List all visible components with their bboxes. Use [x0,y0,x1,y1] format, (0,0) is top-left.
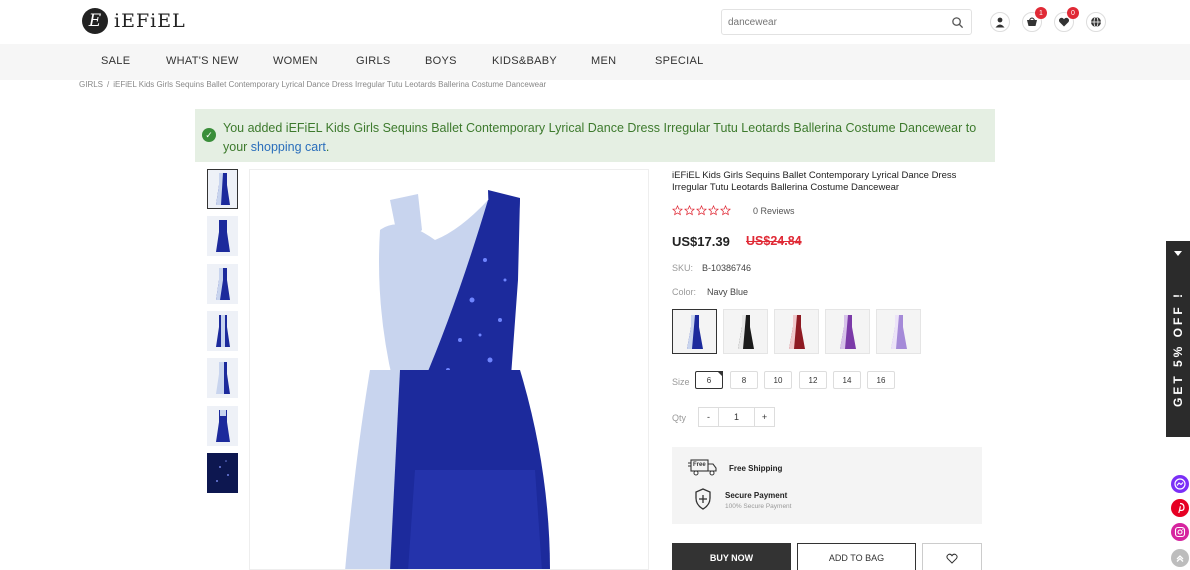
sku-value: B-10386746 [702,263,752,273]
secure-payment-sub: 100% Secure Payment [725,503,792,510]
secure-payment-label: Secure Payment [725,491,788,500]
nav-women[interactable]: WOMEN [273,55,318,67]
site-header: E iEFiEL 1 0 [0,0,1190,44]
search-box [721,9,972,35]
size-option-8[interactable]: 8 [730,371,758,389]
back-to-top-icon[interactable] [1171,549,1189,567]
star-icon [708,205,719,216]
product-thumbnail-2[interactable] [207,216,238,256]
star-icon [696,205,707,216]
notice-text: You added iEFiEL Kids Girls Sequins Ball… [223,121,977,154]
color-swatch-red[interactable] [774,309,819,354]
product-thumbnail-3[interactable] [207,264,238,304]
wishlist-icon[interactable]: 0 [1054,7,1079,32]
promo-text: GET 5% OFF ! [1171,290,1185,408]
nav-boys[interactable]: BOYS [425,55,457,67]
size-option-10[interactable]: 10 [764,371,792,389]
color-swatch-purple[interactable] [825,309,870,354]
product-thumbnail-4[interactable] [207,311,238,351]
site-logo[interactable]: E iEFiEL [82,8,186,34]
qty-input[interactable]: 1 [718,408,755,426]
success-notice: ✓ You added iEFiEL Kids Girls Sequins Ba… [195,109,995,162]
globe-icon[interactable] [1086,12,1106,32]
breadcrumb-girls[interactable]: GIRLS [79,80,103,89]
nav-whats-new[interactable]: WHAT'S NEW [166,55,239,67]
product-thumbnail-7[interactable] [207,453,238,493]
original-price: US$24.84 [746,234,802,248]
nav-girls[interactable]: GIRLS [356,55,391,67]
star-icon [672,205,683,216]
pinterest-icon[interactable] [1171,499,1189,517]
buy-now-button[interactable]: BUY NOW [672,543,791,570]
free-shipping-label: Free Shipping [729,464,783,473]
free-badge-text: Free [693,462,706,468]
main-nav: SALE WHAT'S NEW WOMEN GIRLS BOYS KIDS&BA… [0,44,1190,80]
reviews-link[interactable]: 0 Reviews [753,206,795,216]
instagram-icon[interactable] [1171,523,1189,541]
color-swatch-black[interactable] [723,309,768,354]
color-label: Color: [672,287,697,297]
add-to-wishlist-button[interactable] [922,543,982,570]
size-label: Size [672,377,690,387]
product-thumbnail-6[interactable] [207,406,238,446]
discount-promo-tab[interactable]: GET 5% OFF ! [1166,241,1190,437]
breadcrumb: GIRLS / iEFiEL Kids Girls Sequins Ballet C… [79,80,546,89]
color-swatch-lavender[interactable] [876,309,921,354]
logo-text: iEFiEL [114,10,186,32]
wishlist-count-badge: 0 [1067,7,1079,19]
cart-icon[interactable]: 1 [1022,7,1047,32]
add-to-bag-button[interactable]: ADD TO BAG [797,543,916,570]
notice-suffix: . [325,140,330,154]
sku-label: SKU: [672,263,694,273]
logo-mark: E [82,8,108,34]
messenger-icon[interactable] [1171,475,1189,493]
collapse-arrow-icon[interactable] [1174,251,1182,256]
product-thumbnail-5[interactable] [207,358,238,398]
shield-icon [695,488,711,510]
check-icon: ✓ [202,128,216,142]
heart-icon [946,553,958,564]
color-value: Navy Blue [707,287,749,297]
search-input[interactable] [722,10,942,34]
size-option-14[interactable]: 14 [833,371,861,389]
service-info-box: Free Free Shipping Secure Payment 100% S… [672,447,982,524]
product-title: iEFiEL Kids Girls Sequins Ballet Contemp… [672,170,957,193]
qty-increase-button[interactable]: + [755,408,774,426]
notice-message: You added iEFiEL Kids Girls Sequins Ball… [223,119,988,157]
nav-men[interactable]: MEN [591,55,616,67]
size-option-12[interactable]: 12 [799,371,827,389]
size-option-6[interactable]: 6 [695,371,723,389]
nav-sale[interactable]: SALE [101,55,130,67]
breadcrumb-separator: / [107,80,110,89]
account-icon[interactable] [990,12,1010,32]
shopping-cart-link[interactable]: shopping cart [251,140,326,154]
size-option-16[interactable]: 16 [867,371,895,389]
product-thumbnail-1[interactable] [207,169,238,209]
color-swatch-navy-blue[interactable] [672,309,717,354]
search-icon[interactable] [951,16,964,29]
nav-special[interactable]: SPECIAL [655,55,704,67]
rating-stars[interactable] [672,205,731,216]
quantity-stepper: - 1 + [698,407,775,427]
current-price: US$17.39 [672,234,730,249]
qty-decrease-button[interactable]: - [699,408,718,426]
breadcrumb-current: iEFiEL Kids Girls Sequins Ballet Contemp… [113,80,547,89]
nav-kids-baby[interactable]: KIDS&BABY [492,55,557,67]
main-product-image[interactable] [249,169,649,570]
star-icon [720,205,731,216]
star-icon [684,205,695,216]
qty-label: Qty [672,413,687,423]
cart-count-badge: 1 [1035,7,1047,19]
